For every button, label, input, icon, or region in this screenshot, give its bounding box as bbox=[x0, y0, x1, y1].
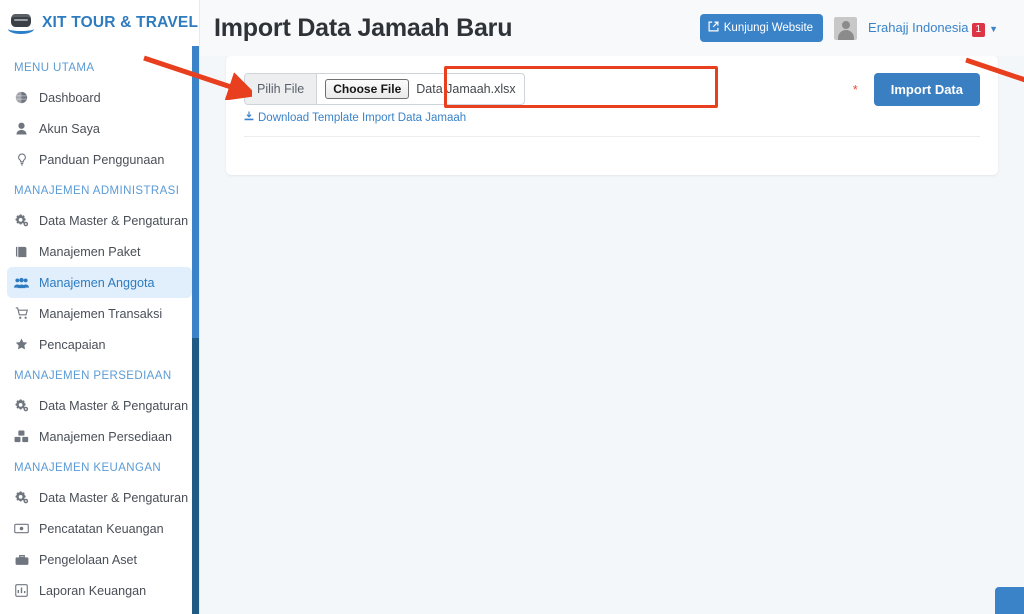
file-input[interactable]: Choose File Data Jamaah.xlsx bbox=[317, 74, 523, 104]
download-icon bbox=[244, 111, 254, 124]
sidebar-item-panduan-penggunaan[interactable]: Panduan Penggunaan bbox=[7, 144, 192, 175]
sidebar-item-label: Pengelolaan Aset bbox=[39, 553, 137, 567]
sidebar-item-label: Pencatatan Keuangan bbox=[39, 522, 164, 536]
cogs-icon bbox=[14, 491, 29, 505]
card-empty-body bbox=[244, 137, 980, 161]
sidebar-item-label: Manajemen Paket bbox=[39, 245, 141, 259]
chat-widget-button[interactable]: Mulai Chat bbox=[995, 587, 1024, 614]
topbar: Import Data Jamaah Baru Kunjungi Website… bbox=[200, 0, 1024, 56]
nav-section-header-manajemen-administrasi: MANAJEMEN ADMINISTRASI bbox=[0, 175, 199, 205]
sidebar-item-label: Data Master & Pengaturan bbox=[39, 214, 188, 228]
sidebar: XIT TOUR & TRAVEL MENU UTAMA Dashboard A… bbox=[0, 0, 200, 614]
sidebar-item-label: Panduan Penggunaan bbox=[39, 153, 164, 167]
import-card: Pilih File Choose File Data Jamaah.xlsx … bbox=[226, 56, 998, 175]
chart-report-icon bbox=[14, 584, 29, 598]
download-template-link[interactable]: Download Template Import Data Jamaah bbox=[244, 111, 466, 124]
cogs-icon bbox=[14, 399, 29, 413]
file-input-addon-label: Pilih File bbox=[245, 74, 317, 104]
sidebar-item-label: Laporan Keuangan bbox=[39, 584, 146, 598]
required-marker: * bbox=[853, 82, 858, 97]
sidebar-nav: MENU UTAMA Dashboard Akun Saya Panduan P… bbox=[0, 46, 199, 606]
cart-icon bbox=[14, 307, 29, 321]
file-input-group[interactable]: Pilih File Choose File Data Jamaah.xlsx bbox=[244, 73, 525, 105]
sidebar-item-label: Pencapaian bbox=[39, 338, 106, 352]
avatar[interactable] bbox=[834, 17, 857, 40]
main-content: Import Data Jamaah Baru Kunjungi Website… bbox=[200, 0, 1024, 614]
visit-website-label: Kunjungi Website bbox=[724, 22, 813, 34]
sidebar-scrollbar-track-lower[interactable] bbox=[192, 338, 199, 614]
app-root: XIT TOUR & TRAVEL MENU UTAMA Dashboard A… bbox=[0, 0, 1024, 614]
sidebar-item-data-master-pengaturan-administrasi[interactable]: Data Master & Pengaturan bbox=[7, 205, 192, 236]
sidebar-item-label: Data Master & Pengaturan bbox=[39, 491, 188, 505]
globe-icon bbox=[14, 91, 29, 105]
book-icon bbox=[14, 245, 29, 259]
sidebar-item-label: Akun Saya bbox=[39, 122, 100, 136]
sidebar-item-pencatatan-keuangan[interactable]: Pencatatan Keuangan bbox=[7, 513, 192, 544]
cogs-icon bbox=[14, 214, 29, 228]
sidebar-item-label: Dashboard bbox=[39, 91, 101, 105]
user-menu[interactable]: Erahajj Indonesia 1▼ bbox=[868, 20, 998, 37]
hajj-kaaba-logo-icon bbox=[8, 10, 34, 36]
caret-down-icon: ▼ bbox=[989, 24, 998, 34]
selected-file-name: Data Jamaah.xlsx bbox=[416, 82, 515, 96]
topbar-right: Kunjungi Website Erahajj Indonesia 1▼ bbox=[700, 14, 998, 42]
nav-section-header-menu-utama: MENU UTAMA bbox=[0, 52, 199, 82]
sidebar-item-label: Manajemen Anggota bbox=[39, 276, 155, 290]
sidebar-item-manajemen-persediaan[interactable]: Manajemen Persediaan bbox=[7, 421, 192, 452]
nav-section-header-manajemen-keuangan: MANAJEMEN KEUANGAN bbox=[0, 452, 199, 482]
sidebar-item-data-master-pengaturan-keuangan[interactable]: Data Master & Pengaturan bbox=[7, 482, 192, 513]
sidebar-item-pencapaian[interactable]: Pencapaian bbox=[7, 329, 192, 360]
user-name-label: Erahajj Indonesia bbox=[868, 20, 968, 35]
sidebar-item-manajemen-transaksi[interactable]: Manajemen Transaksi bbox=[7, 298, 192, 329]
sidebar-item-laporan-keuangan[interactable]: Laporan Keuangan bbox=[7, 575, 192, 606]
sidebar-item-akun-saya[interactable]: Akun Saya bbox=[7, 113, 192, 144]
sidebar-item-data-master-pengaturan-persediaan[interactable]: Data Master & Pengaturan bbox=[7, 390, 192, 421]
sidebar-scrollbar[interactable] bbox=[192, 46, 199, 614]
import-data-button[interactable]: Import Data bbox=[874, 73, 980, 106]
page-title: Import Data Jamaah Baru bbox=[214, 14, 700, 43]
sidebar-item-pengelolaan-aset[interactable]: Pengelolaan Aset bbox=[7, 544, 192, 575]
sidebar-item-manajemen-anggota[interactable]: Manajemen Anggota bbox=[7, 267, 192, 298]
sidebar-item-manajemen-paket[interactable]: Manajemen Paket bbox=[7, 236, 192, 267]
brand-name: XIT TOUR & TRAVEL bbox=[42, 14, 198, 32]
import-form-row: Pilih File Choose File Data Jamaah.xlsx … bbox=[244, 72, 980, 106]
star-badge-icon bbox=[14, 338, 29, 352]
user-icon bbox=[14, 122, 29, 136]
download-template-label: Download Template Import Data Jamaah bbox=[258, 112, 466, 124]
sidebar-item-label: Manajemen Persediaan bbox=[39, 430, 172, 444]
users-icon bbox=[14, 276, 29, 290]
briefcase-icon bbox=[14, 553, 29, 567]
sidebar-item-label: Data Master & Pengaturan bbox=[39, 399, 188, 413]
external-link-icon bbox=[708, 21, 719, 35]
lightbulb-icon bbox=[14, 153, 29, 167]
boxes-icon bbox=[14, 430, 29, 444]
choose-file-button[interactable]: Choose File bbox=[325, 79, 409, 99]
nav-section-header-manajemen-persediaan: MANAJEMEN PERSEDIAAN bbox=[0, 360, 199, 390]
content-area: Pilih File Choose File Data Jamaah.xlsx … bbox=[200, 56, 1024, 175]
sidebar-item-label: Manajemen Transaksi bbox=[39, 307, 162, 321]
visit-website-button[interactable]: Kunjungi Website bbox=[700, 14, 823, 42]
sidebar-item-dashboard[interactable]: Dashboard bbox=[7, 82, 192, 113]
sidebar-scrollbar-thumb[interactable] bbox=[192, 46, 199, 338]
money-bill-icon bbox=[14, 522, 29, 536]
brand-header[interactable]: XIT TOUR & TRAVEL bbox=[0, 0, 199, 46]
notification-badge: 1 bbox=[972, 23, 986, 37]
